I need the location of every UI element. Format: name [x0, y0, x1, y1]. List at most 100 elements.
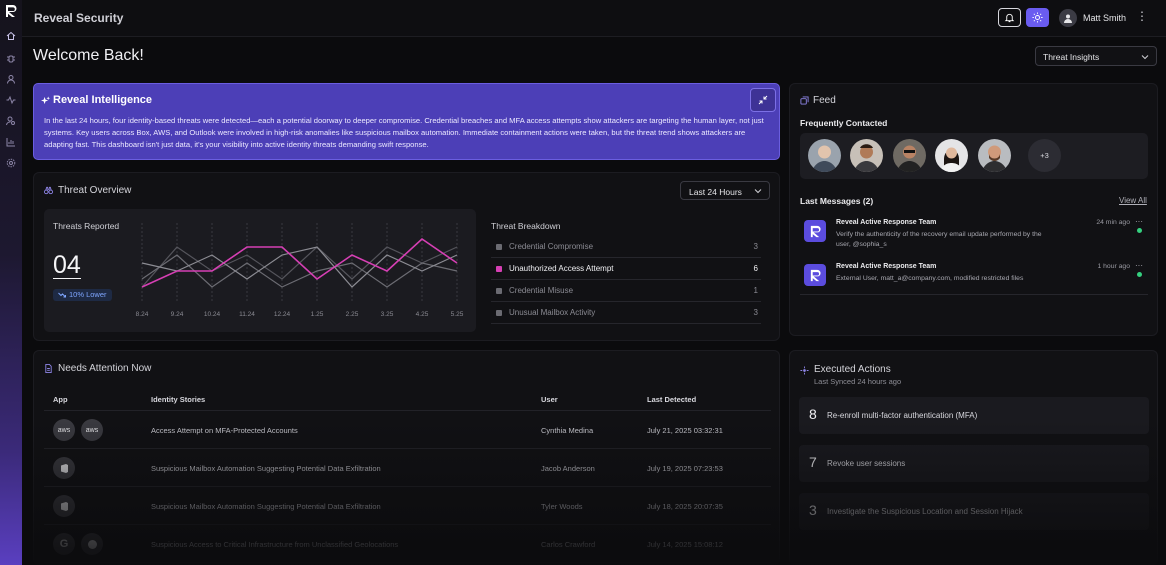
more-contacts-button[interactable]: +3 [1028, 139, 1061, 172]
breakdown-count: 3 [753, 242, 758, 251]
breakdown-row[interactable]: Unauthorized Access Attempt 6 [491, 258, 761, 280]
action-text: Investigate the Suspicious Location and … [827, 507, 1023, 516]
breakdown-name: Credential Compromise [509, 242, 594, 251]
trend-text: 10% Lower [69, 290, 107, 299]
feed-panel: Feed Frequently Contacted +3 Last Messag… [789, 83, 1158, 336]
action-count: 7 [809, 454, 817, 470]
notifications-button[interactable] [998, 8, 1021, 27]
user-icon[interactable] [6, 74, 16, 84]
breakdown-count: 6 [753, 264, 758, 273]
breakdown-swatch [496, 266, 502, 272]
unread-indicator [1137, 228, 1142, 233]
last-detected: July 19, 2025 07:23:53 [647, 464, 723, 473]
x-tick-label: 11.24 [239, 311, 255, 318]
action-count: 8 [809, 406, 817, 422]
range-select[interactable]: Last 24 Hours [680, 181, 770, 200]
needs-attention-title: Needs Attention Now [58, 363, 152, 374]
message-options-icon[interactable]: ··· [1135, 261, 1143, 270]
table-row[interactable]: Suspicious Mailbox Automation Suggesting… [44, 487, 771, 525]
intelligence-body: In the last 24 hours, four identity-base… [44, 116, 764, 149]
message-options-icon[interactable]: ··· [1135, 217, 1143, 226]
intelligence-title: Reveal Intelligence [53, 94, 153, 106]
series-line[interactable] [141, 237, 458, 288]
executed-action[interactable]: 7 Revoke user sessions [799, 445, 1149, 482]
x-tick-label: 3.25 [381, 311, 394, 318]
breakdown-name: Unusual Mailbox Activity [509, 308, 596, 317]
last-detected: July 14, 2025 15:08:12 [647, 540, 723, 549]
settings-icon[interactable] [6, 158, 16, 168]
table-row[interactable]: G Suspicious Access to Critical Infrastru… [44, 525, 771, 563]
last-messages-title: Last Messages (2) [800, 196, 874, 206]
executed-actions-panel: Executed Actions Last Synced 24 hours ag… [789, 350, 1158, 565]
breakdown-row[interactable]: Credential Misuse 1 [491, 280, 761, 302]
actions-icon [800, 366, 809, 375]
office-icon [53, 495, 75, 517]
message-sender: Reveal Active Response Team [836, 219, 937, 226]
view-select[interactable]: Threat Insights [1035, 46, 1157, 66]
reveal-logo-icon [804, 264, 826, 286]
reveal-logo[interactable] [4, 4, 18, 18]
collapse-button[interactable] [750, 88, 776, 112]
bug-icon[interactable] [6, 53, 16, 63]
threats-reported-label: Threats Reported [53, 221, 120, 231]
user-search-icon[interactable] [6, 116, 16, 126]
table-row[interactable]: Suspicious Mailbox Automation Suggesting… [44, 449, 771, 487]
office-icon [53, 457, 75, 479]
threats-reported-card: Threats Reported 04 10% Lower 8.24 9.24 10… [44, 209, 476, 332]
user-name: Jacob Anderson [541, 464, 595, 473]
view-select-value: Threat Insights [1043, 52, 1100, 62]
x-tick-label: 4.25 [416, 311, 429, 318]
breakdown-swatch [496, 244, 502, 250]
x-tick-label: 5.25 [451, 311, 464, 318]
x-tick-label: 1.25 [311, 311, 324, 318]
more-options-icon[interactable]: ⋮ [1136, 10, 1148, 22]
sun-icon [1032, 12, 1043, 23]
unread-indicator [1137, 272, 1142, 277]
x-tick-label: 2.25 [346, 311, 359, 318]
threats-reported-value: 04 [53, 251, 81, 279]
home-icon[interactable] [6, 31, 16, 41]
user-name[interactable]: Matt Smith [1083, 13, 1126, 23]
message-item[interactable]: Reveal Active Response Team External User… [800, 261, 1148, 295]
breakdown-row[interactable]: Unusual Mailbox Activity 3 [491, 302, 761, 324]
analytics-icon[interactable] [6, 137, 16, 147]
threat-trend-chart: 8.24 9.24 10.24 11.24 12.24 1.25 2.25 3.25 4.25 5… [136, 223, 464, 318]
chevron-down-icon [1141, 55, 1149, 60]
sparkle-icon [41, 96, 50, 105]
aws-icon: aws [53, 419, 75, 441]
trend-down-icon [58, 292, 66, 298]
contact-avatar[interactable] [935, 139, 968, 172]
message-time: 1 hour ago [1097, 263, 1130, 270]
range-select-value: Last 24 Hours [689, 187, 742, 197]
view-all-link[interactable]: View All [1119, 196, 1147, 205]
avatar[interactable] [1059, 9, 1077, 27]
col-user: User [541, 395, 558, 404]
theme-toggle-button[interactable] [1026, 8, 1049, 27]
contact-avatar[interactable] [850, 139, 883, 172]
contact-avatar[interactable] [808, 139, 841, 172]
trend-badge: 10% Lower [53, 289, 112, 301]
contacts-strip: +3 [800, 133, 1148, 179]
intelligence-banner: Reveal Intelligence In the last 24 hours… [33, 83, 780, 160]
executed-action[interactable]: 3 Investigate the Suspicious Location and… [799, 493, 1149, 530]
activity-icon[interactable] [6, 95, 16, 105]
app-icons: aws aws [53, 419, 113, 441]
user-name: Cynthia Medina [541, 426, 594, 435]
last-detected: July 21, 2025 03:32:31 [647, 426, 723, 435]
col-identity-stories: Identity Stories [151, 395, 206, 404]
chevron-down-icon [754, 189, 762, 194]
last-detected: July 18, 2025 20:07:35 [647, 502, 723, 511]
action-text: Re-enroll multi-factor authentication (M… [827, 411, 978, 420]
contact-avatar[interactable] [978, 139, 1011, 172]
identity-story: Suspicious Mailbox Automation Suggesting… [151, 502, 381, 511]
breakdown-row[interactable]: Credential Compromise 3 [491, 236, 761, 258]
github-icon [81, 533, 103, 555]
identity-story: Suspicious Mailbox Automation Suggesting… [151, 464, 381, 473]
last-synced-text: Last Synced 24 hours ago [814, 377, 902, 386]
message-item[interactable]: Reveal Active Response Team Verify the au… [800, 217, 1148, 251]
executed-action[interactable]: 8 Re-enroll multi-factor authentication (… [799, 397, 1149, 434]
table-row[interactable]: aws aws Access Attempt on MFA-Protected Ac… [44, 411, 771, 449]
contact-avatar[interactable] [893, 139, 926, 172]
binoculars-icon [44, 186, 53, 195]
app-icons [53, 457, 113, 479]
